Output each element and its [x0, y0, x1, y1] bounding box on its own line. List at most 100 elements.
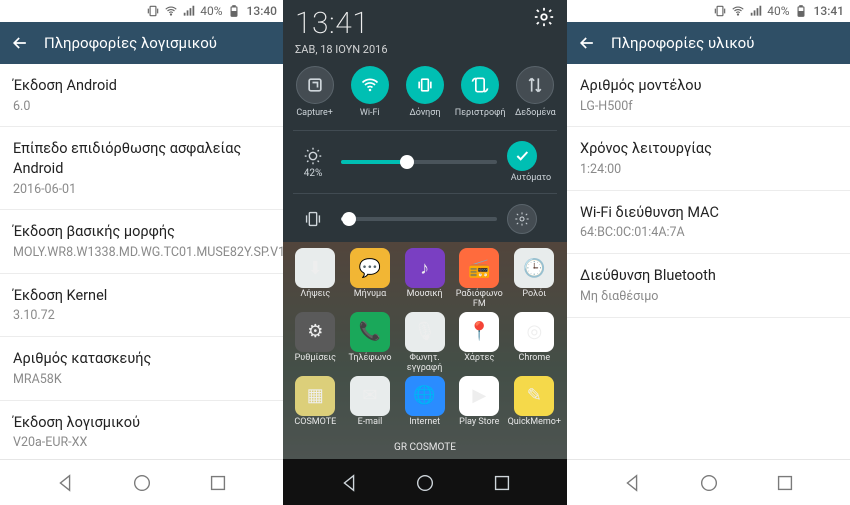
settings-row[interactable]: Έκδοση βασικής μορφήςMOLY.WR8.W1338.MD.W… — [0, 210, 283, 273]
nav-home-icon[interactable] — [414, 472, 436, 494]
brightness-auto-toggle[interactable] — [507, 141, 537, 171]
settings-row[interactable]: Έκδοση Kernel3.10.72 — [0, 274, 283, 337]
settings-gear-icon[interactable] — [533, 6, 555, 28]
nav-bar — [283, 459, 567, 505]
app-quickmemo-[interactable]: ✎ QuickMemo+ — [508, 376, 561, 436]
qs-toggle-data[interactable]: Δεδομένα — [509, 66, 561, 128]
app-e-mail[interactable]: ✉E-mail — [344, 376, 397, 436]
row-value: 64:BC:0C:01:4A:7A — [580, 225, 837, 242]
settings-row[interactable]: Έκδοση λογισμικού V20a-EUR-XX — [0, 401, 283, 464]
app-label: E-mail — [344, 418, 397, 436]
qs-toggle-label: Δόνηση — [399, 108, 451, 128]
nav-bar — [567, 459, 850, 505]
row-value: MOLY.WR8.W1338.MD.WG.TC01.MUSE82Y.SP.V12 — [13, 245, 270, 262]
qs-toggle-rotate[interactable]: Περιστροφή — [454, 66, 506, 128]
qs-toggle-vibrate[interactable]: Δόνηση — [399, 66, 451, 128]
app-τηλ-φωνο[interactable]: 📞Τηλέφωνο — [344, 312, 397, 374]
qs-toggle-label: Wi-Fi — [344, 108, 396, 128]
app-chrome[interactable]: ◎ Chrome — [508, 312, 561, 374]
app-label: Λήψεις — [289, 290, 342, 308]
wifi-icon — [351, 66, 389, 104]
settings-row[interactable]: Αριθμός μοντέλουLG-H500f — [567, 64, 850, 127]
settings-row[interactable]: Διεύθυνση BluetoothΜη διαθέσιμο — [567, 254, 850, 317]
app-φωνητ-εγγραφ-[interactable]: 🎙Φωνητ. εγγραφή — [398, 312, 451, 374]
row-value: V20a-EUR-XX — [13, 435, 270, 452]
qs-toggle-label: Περιστροφή — [454, 108, 506, 128]
app-label: QuickMemo+ — [508, 418, 561, 436]
app-ρυθμ-σεις[interactable]: ⚙Ρυθμίσεις — [289, 312, 342, 374]
row-value: 6.0 — [13, 99, 270, 116]
settings-row[interactable]: Wi-Fi διεύθυνση MAC 64:BC:0C:01:4A:7A — [567, 191, 850, 254]
row-value: 3.10.72 — [13, 308, 270, 325]
nav-recent-icon[interactable] — [774, 472, 796, 494]
quick-settings-panel: 13:41 ΣΑΒ, 18 ΙΟΥΝ 2016 Capture+Wi-FiΔόν… — [283, 0, 567, 242]
app-χ-ρτες[interactable]: 📍Χάρτες — [453, 312, 506, 374]
settings-row[interactable]: Αριθμός κατασκευήςMRA58K — [0, 337, 283, 400]
app-label: Μήνυμα — [344, 290, 397, 308]
back-arrow-icon[interactable] — [10, 33, 30, 53]
settings-row[interactable]: Χρόνος λειτουργίας1:24:00 — [567, 127, 850, 190]
vibrate-icon — [406, 66, 444, 104]
volume-slider[interactable] — [341, 217, 497, 221]
capture-icon — [296, 66, 334, 104]
qs-toggle-wifi[interactable]: Wi-Fi — [344, 66, 396, 128]
row-label: Αριθμός κατασκευής — [13, 349, 270, 369]
app-icon: 🎙 — [405, 312, 445, 352]
app-cosmote[interactable]: ▦COSMOTE — [289, 376, 342, 436]
row-value: 2016-06-01 — [13, 182, 270, 199]
volume-vibrate-icon — [302, 208, 324, 230]
app-icon: ◎ — [514, 312, 554, 352]
app-icon: 📍 — [459, 312, 499, 352]
app-label: Chrome — [508, 354, 561, 372]
brightness-icon — [302, 145, 324, 167]
app-icon: 📞 — [350, 312, 390, 352]
row-label: Έκδοση λογισμικού — [13, 413, 270, 433]
qs-toggle-capture[interactable]: Capture+ — [289, 66, 341, 128]
qs-toggle-row: Capture+Wi-FiΔόνησηΠεριστροφήΔεδομένα — [283, 58, 567, 128]
app-label: Ρυθμίσεις — [289, 354, 342, 372]
settings-row[interactable]: Επίπεδο επιδιόρθωσης ασφαλείας Android20… — [0, 127, 283, 210]
app-icon: 💬 — [350, 248, 390, 288]
nav-back-icon[interactable] — [54, 472, 76, 494]
back-arrow-icon[interactable] — [577, 33, 597, 53]
settings-row[interactable]: Έκδοση Android 6.0 — [0, 64, 283, 127]
app-μ-νυμα[interactable]: 💬 Μήνυμα — [344, 248, 397, 310]
sound-settings-button[interactable] — [507, 204, 537, 234]
nav-home-icon[interactable] — [698, 472, 720, 494]
app-λ-ψεις[interactable]: ⬇ Λήψεις — [289, 248, 342, 310]
row-label: Διεύθυνση Bluetooth — [580, 266, 837, 286]
brightness-auto-label: Αυτόματο — [507, 173, 555, 183]
nav-back-icon[interactable] — [338, 472, 360, 494]
app-ρολ-ι[interactable]: 🕒Ρολόι — [508, 248, 561, 310]
status-clock: 13:41 — [814, 4, 844, 18]
app-play-store[interactable]: ▶ Play Store — [453, 376, 506, 436]
app-ραδι-φωνο-fm[interactable]: 📻Ραδιόφωνο FM — [453, 248, 506, 310]
battery-pct: 40% — [200, 4, 222, 18]
row-label: Wi-Fi διεύθυνση MAC — [580, 203, 837, 223]
brightness-pct-label: 42% — [304, 168, 323, 179]
nav-home-icon[interactable] — [131, 472, 153, 494]
app-icon: ⬇ — [295, 248, 335, 288]
wifi-status-icon — [731, 4, 745, 18]
app-μουσικ-[interactable]: ♪Μουσική — [398, 248, 451, 310]
signal-status-icon — [749, 4, 763, 18]
app-label: Μουσική — [398, 290, 451, 308]
brightness-slider[interactable] — [341, 160, 497, 164]
carrier-label: GR COSMOTE — [289, 438, 561, 457]
nav-back-icon[interactable] — [621, 472, 643, 494]
brightness-slider-row: 42% Αυτόματο — [283, 133, 567, 191]
status-bar: 40% 13:40 — [0, 0, 283, 22]
signal-status-icon — [182, 4, 196, 18]
settings-header: Πληροφορίες λογισμικού — [0, 22, 283, 64]
app-label: Play Store — [453, 418, 506, 436]
app-internet[interactable]: 🌐Internet — [398, 376, 451, 436]
qs-toggle-label: Δεδομένα — [509, 108, 561, 128]
vibrate-status-icon — [713, 4, 727, 18]
nav-recent-icon[interactable] — [491, 472, 513, 494]
app-icon: ▶ — [459, 376, 499, 416]
app-icon: ✎ — [514, 376, 554, 416]
battery-status-icon — [794, 4, 808, 18]
app-icon: 📻 — [459, 248, 499, 288]
nav-recent-icon[interactable] — [207, 472, 229, 494]
row-label: Έκδοση Android — [13, 76, 270, 96]
